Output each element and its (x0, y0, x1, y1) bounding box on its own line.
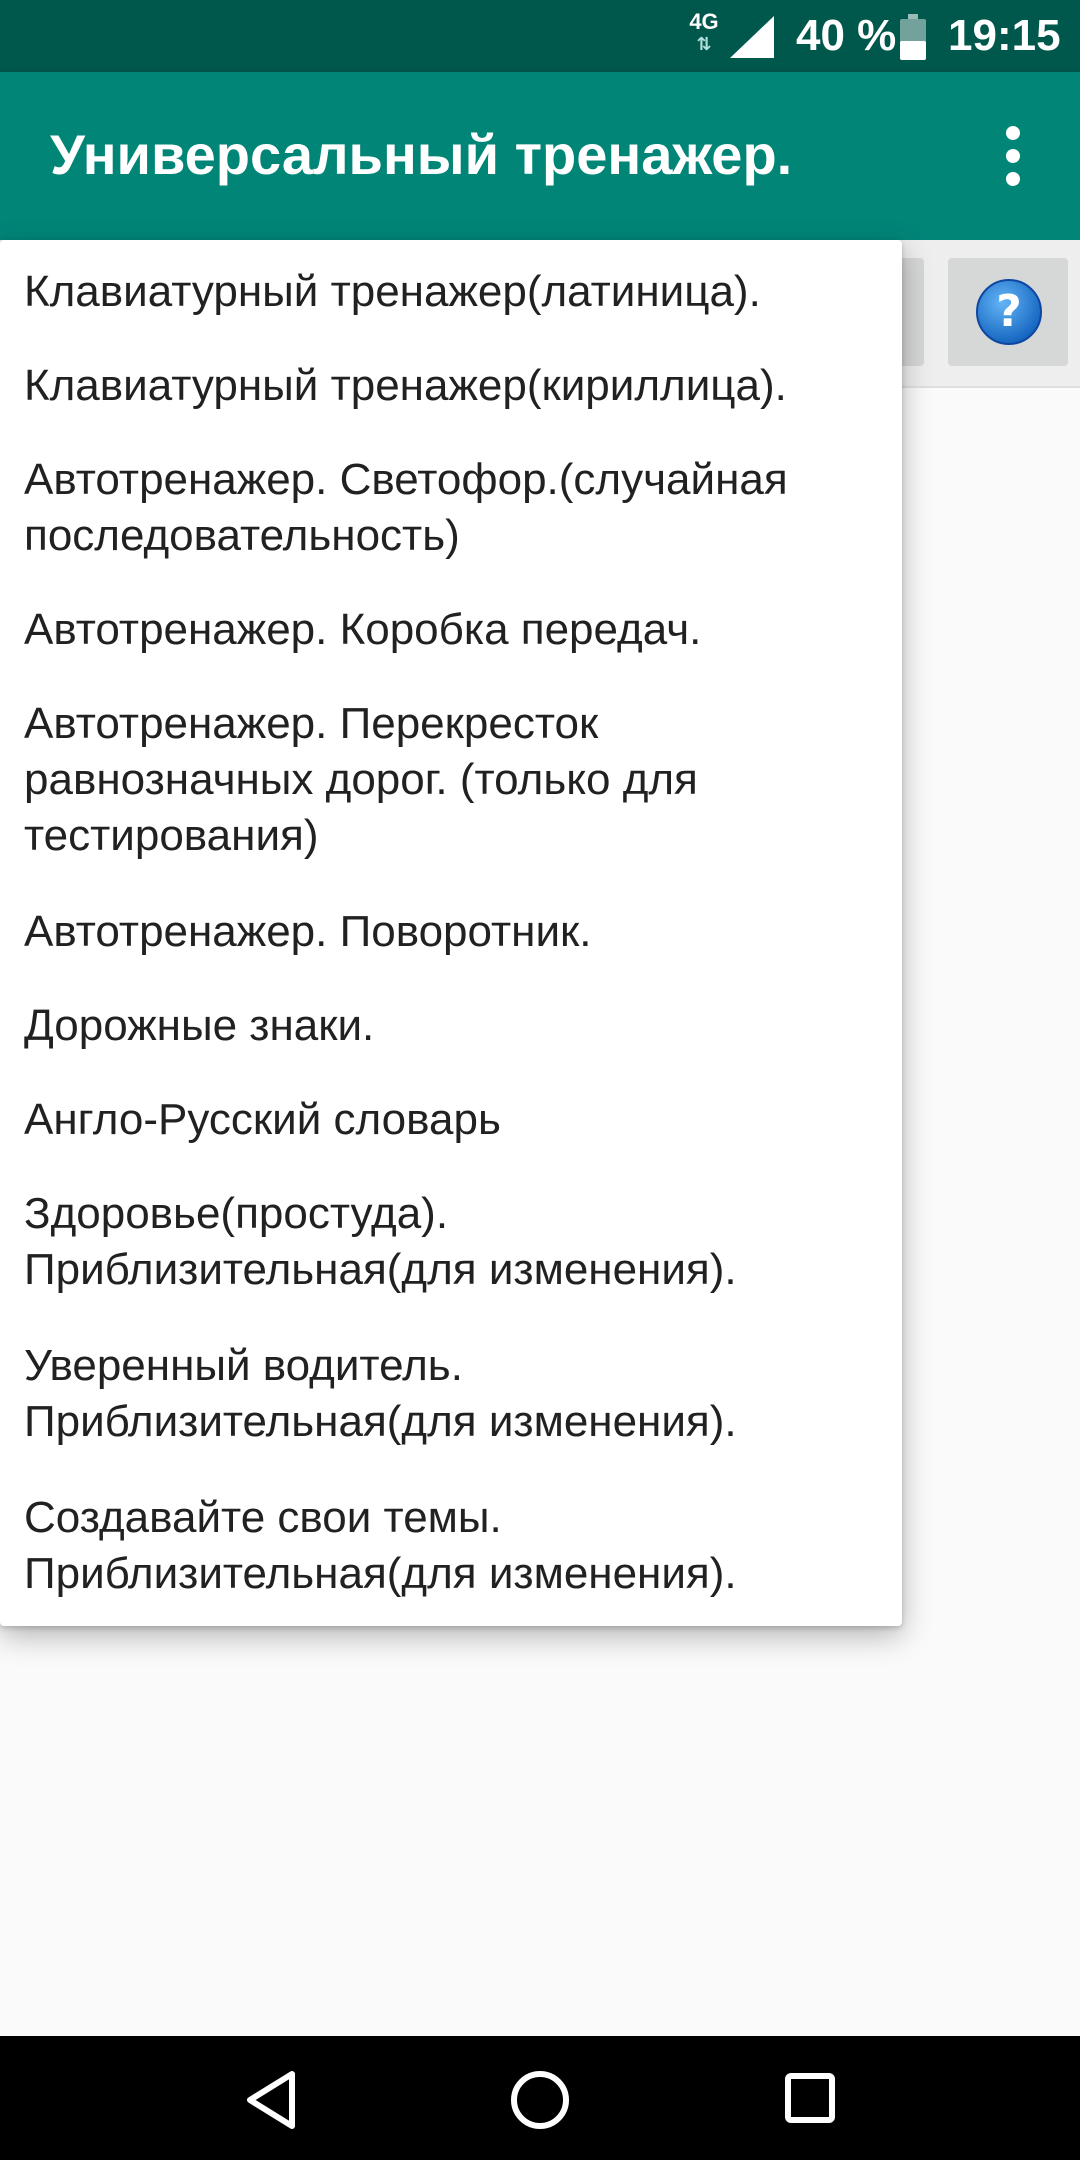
app-title: Универсальный тренажер. (50, 123, 793, 186)
battery-icon (900, 14, 926, 60)
menu-item-health[interactable]: Здоровье(простуда). Приблизительная(для … (24, 1186, 884, 1298)
menu-item-keyboard-cyrillic[interactable]: Клавиатурный тренажер(кириллица). (24, 358, 884, 414)
help-question-icon: ? (976, 279, 1042, 345)
overflow-dot (1006, 149, 1020, 163)
network-activity-icon: ⇅ (696, 34, 712, 54)
navigation-bar (0, 2036, 1080, 2160)
overflow-dot (1006, 172, 1020, 186)
signal-icon (730, 16, 774, 58)
nav-back-icon[interactable] (242, 2070, 302, 2130)
overflow-dot (1006, 126, 1020, 140)
clock: 19:15 (948, 11, 1061, 60)
menu-item-create-topics[interactable]: Создавайте свои темы. Приблизительная(дл… (24, 1490, 884, 1602)
menu-item-keyboard-latin[interactable]: Клавиатурный тренажер(латиница). (24, 264, 884, 320)
svg-text:?: ? (996, 286, 1022, 337)
menu-item-road-signs[interactable]: Дорожные знаки. (24, 998, 884, 1054)
menu-item-dictionary[interactable]: Англо-Русский словарь (24, 1092, 884, 1148)
nav-recents-icon[interactable] (784, 2072, 836, 2124)
menu-item-turn-signal[interactable]: Автотренажер. Поворотник. (24, 904, 884, 960)
menu-item-traffic-light[interactable]: Автотренажер. Светофор.(случайная послед… (24, 452, 884, 564)
network-indicator: 4G ⇅ (686, 10, 722, 62)
menu-item-gearbox[interactable]: Автотренажер. Коробка передач. (24, 602, 884, 658)
more-vert-icon[interactable] (990, 114, 1038, 198)
menu-item-intersection[interactable]: Автотренажер. Перекресток равнозначных д… (24, 696, 884, 864)
nav-home-icon[interactable] (508, 2068, 572, 2132)
app-bar: Универсальный тренажер. (0, 72, 1080, 240)
help-button[interactable]: ? (948, 258, 1068, 366)
screen: 4G ⇅ 40 % 19:15 Универсальный тренажер. (0, 0, 1080, 2160)
network-type-label: 4G (689, 9, 719, 34)
menu-item-confident-driver[interactable]: Уверенный водитель. Приблизительная(для … (24, 1338, 884, 1450)
battery-percent: 40 % (796, 11, 897, 60)
status-bar: 4G ⇅ 40 % 19:15 (0, 0, 1080, 72)
popup-menu: Клавиатурный тренажер(латиница). Клавиат… (0, 240, 902, 1626)
